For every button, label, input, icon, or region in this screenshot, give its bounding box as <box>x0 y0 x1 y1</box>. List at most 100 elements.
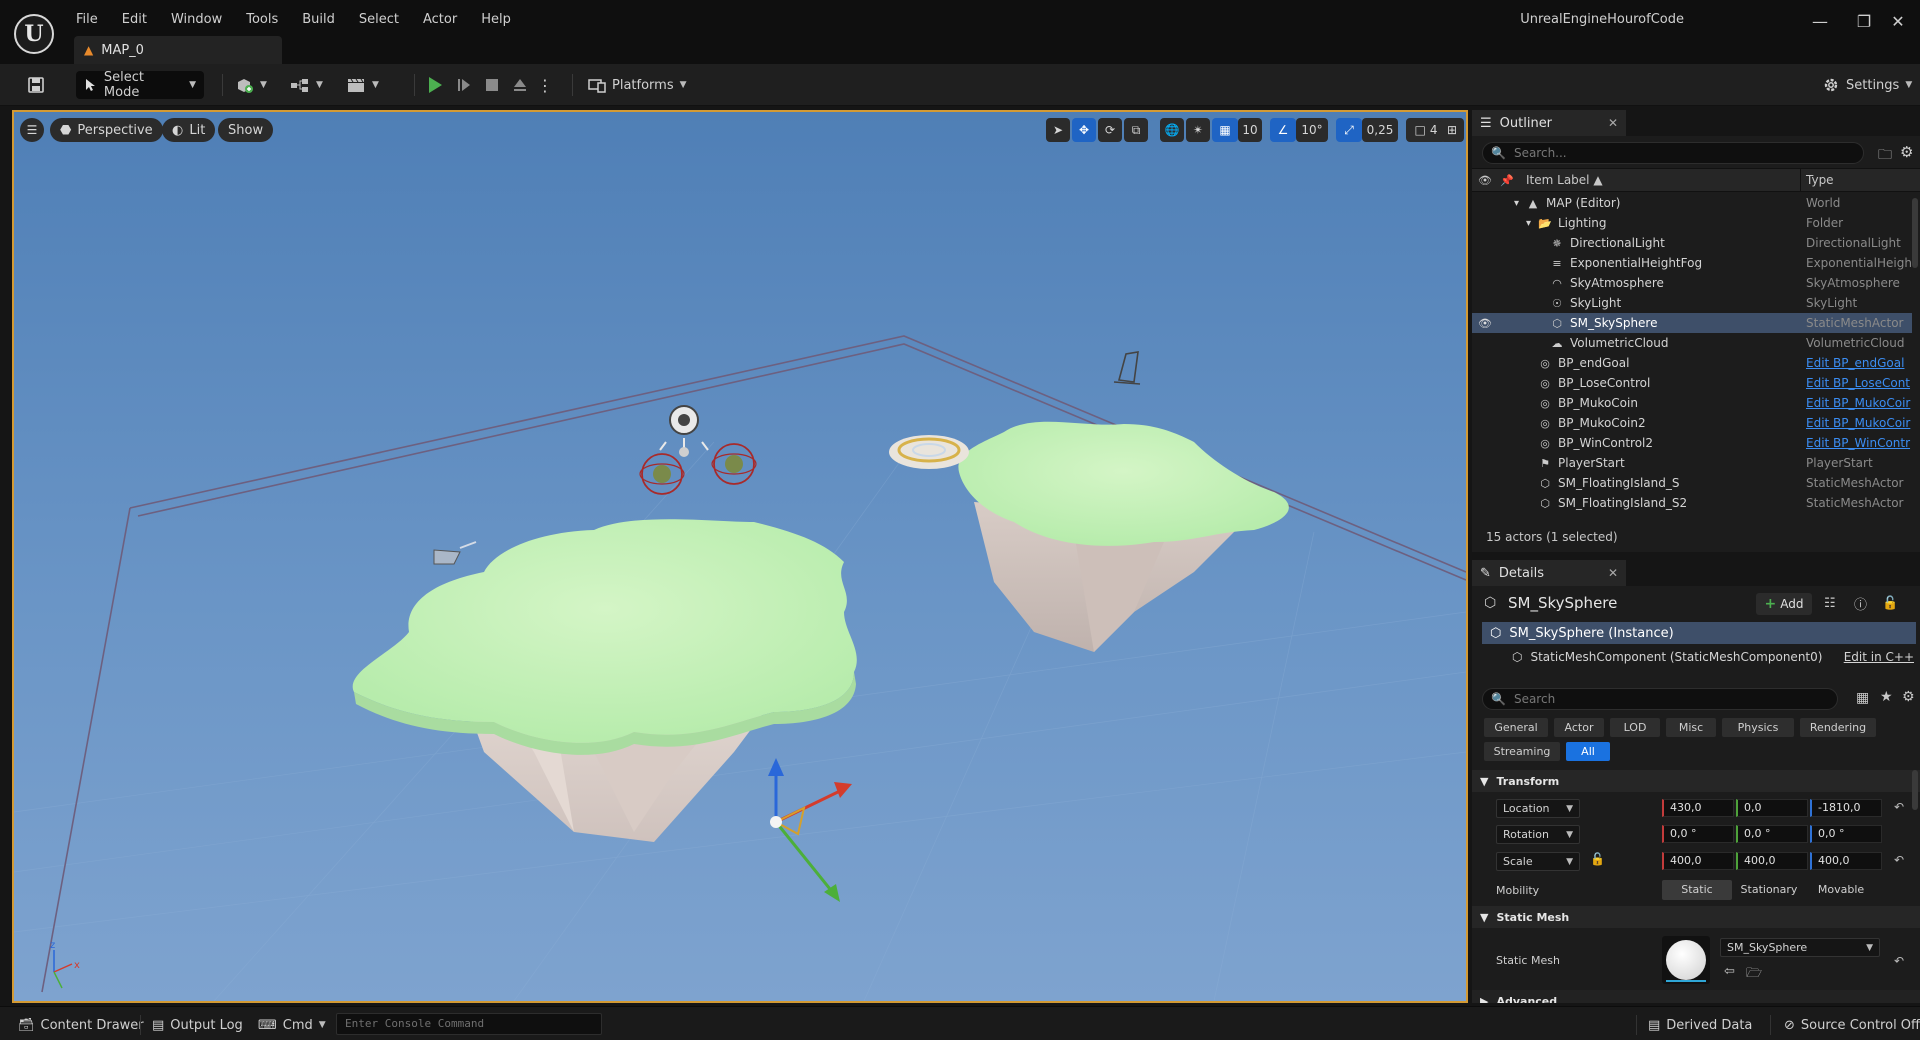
actor-name-field[interactable]: SM_SkySphere <box>1508 594 1617 612</box>
scale-x-input[interactable]: 400,0 <box>1662 852 1734 870</box>
lit-button[interactable]: ◐ Lit <box>162 118 216 142</box>
gear-icon[interactable]: ⚙ <box>1900 143 1913 161</box>
add-content-button[interactable]: ▼ <box>234 71 267 99</box>
static-mesh-section-header[interactable]: ▼ Static Mesh <box>1472 906 1920 928</box>
scale-snap-value[interactable]: 0,25 <box>1362 118 1398 142</box>
static-mesh-picker[interactable]: SM_SkySphere ▼ <box>1720 938 1880 957</box>
menu-file[interactable]: File <box>64 8 110 32</box>
cinematics-button[interactable]: ▼ <box>346 71 379 99</box>
coin-actor[interactable] <box>639 453 685 495</box>
component-row[interactable]: ⬡ StaticMeshComponent (StaticMeshCompone… <box>1512 646 1916 668</box>
layout-button[interactable]: ⊞ <box>1440 118 1464 142</box>
outliner-scrollbar[interactable] <box>1912 198 1918 268</box>
category-all[interactable]: All <box>1566 742 1610 761</box>
blueprint-icon[interactable]: ☷ <box>1824 596 1836 611</box>
close-window-button[interactable]: ✕ <box>1876 8 1920 36</box>
scene-render[interactable]: z x <box>14 112 1466 1001</box>
grid-snap-value[interactable]: 10 <box>1238 118 1262 142</box>
grid-snap-toggle[interactable]: ▦ <box>1212 118 1238 142</box>
play-options-button[interactable]: ⋮ <box>537 71 553 99</box>
scale-mode-dropdown[interactable]: Scale ▼ <box>1496 852 1580 871</box>
edit-blueprint-link[interactable]: Edit BP_LoseCont <box>1806 376 1912 390</box>
scale-y-input[interactable]: 400,0 <box>1736 852 1808 870</box>
outliner-row[interactable]: ≡ ExponentialHeightFog ExponentialHeight <box>1472 253 1912 273</box>
source-control-button[interactable]: ⊘ Source Control Off <box>1784 1015 1920 1035</box>
outliner-row[interactable]: ⚑ PlayerStart PlayerStart <box>1472 453 1912 473</box>
lock-scale-icon[interactable]: 🔓 <box>1590 852 1605 866</box>
map-tab[interactable]: ▲ MAP_0 <box>74 36 282 64</box>
location-z-input[interactable]: -1810,0 <box>1810 799 1882 817</box>
outliner-row[interactable]: ☉ SkyLight SkyLight <box>1472 293 1912 313</box>
scale-snap-toggle[interactable]: ⤢ <box>1336 118 1362 142</box>
edit-blueprint-link[interactable]: Edit BP_MukoCoir <box>1806 416 1912 430</box>
location-mode-dropdown[interactable]: Location ▼ <box>1496 799 1580 818</box>
instance-row[interactable]: ⬡ SM_SkySphere (Instance) <box>1482 622 1916 644</box>
transform-section-header[interactable]: ▼ Transform <box>1472 770 1920 792</box>
minimize-button[interactable]: — <box>1798 8 1842 36</box>
translate-tool-button[interactable]: ✥ <box>1072 118 1096 142</box>
visibility-eye-icon[interactable]: 👁 <box>1478 317 1492 330</box>
lock-icon[interactable]: 🔓 <box>1882 596 1898 611</box>
world-space-button[interactable]: 🌐 <box>1160 118 1184 142</box>
outliner-row[interactable]: ◎ BP_MukoCoin Edit BP_MukoCoir <box>1472 393 1912 413</box>
use-selected-icon[interactable]: ⇦ <box>1724 964 1735 979</box>
category-rendering[interactable]: Rendering <box>1800 718 1876 737</box>
floating-island-right[interactable] <box>958 421 1289 652</box>
outliner-row[interactable]: ◠ SkyAtmosphere SkyAtmosphere <box>1472 273 1912 293</box>
advanced-section-header[interactable]: ▶ Advanced <box>1472 990 1920 1003</box>
category-general[interactable]: General <box>1484 718 1548 737</box>
coin-actor[interactable] <box>711 443 757 485</box>
edit-in-cpp-link[interactable]: Edit in C++ <box>1844 650 1914 664</box>
details-search-input[interactable]: 🔍 Search <box>1482 688 1838 710</box>
rotation-snap-value[interactable]: 10° <box>1296 118 1328 142</box>
location-y-input[interactable]: 0,0 <box>1736 799 1808 817</box>
menu-actor[interactable]: Actor <box>411 8 469 32</box>
menu-select[interactable]: Select <box>347 8 411 32</box>
outliner-tab[interactable]: ☰ Outliner ✕ <box>1472 110 1626 136</box>
content-drawer-button[interactable]: 🗃 Content Drawer <box>18 1015 144 1035</box>
rotation-mode-dropdown[interactable]: Rotation ▼ <box>1496 825 1580 844</box>
edit-blueprint-link[interactable]: Edit BP_endGoal <box>1806 356 1912 370</box>
stop-button[interactable] <box>480 71 504 99</box>
rotation-x-input[interactable]: 0,0 ° <box>1662 825 1734 843</box>
select-mode-dropdown[interactable]: Select Mode ▼ <box>76 70 204 100</box>
close-icon[interactable]: ✕ <box>1608 566 1618 580</box>
rotate-tool-button[interactable]: ⟳ <box>1098 118 1122 142</box>
outliner-row[interactable]: ◎ BP_WinControl2 Edit BP_WinContr <box>1472 433 1912 453</box>
category-misc[interactable]: Misc <box>1666 718 1716 737</box>
category-lod[interactable]: LOD <box>1610 718 1660 737</box>
outliner-row[interactable]: 👁 ⬡ SM_SkySphere StaticMeshActor <box>1472 313 1912 333</box>
help-icon[interactable]: ⓘ <box>1854 594 1867 613</box>
blueprint-button[interactable]: ▼ <box>290 71 323 99</box>
menu-edit[interactable]: Edit <box>110 8 159 32</box>
category-actor[interactable]: Actor <box>1554 718 1604 737</box>
type-column[interactable]: Type <box>1806 173 1834 187</box>
end-goal-disc[interactable] <box>889 435 969 469</box>
category-streaming[interactable]: Streaming <box>1484 742 1560 761</box>
category-physics[interactable]: Physics <box>1722 718 1794 737</box>
show-button[interactable]: Show <box>218 118 274 142</box>
mobility-stationary-button[interactable]: Stationary <box>1734 880 1804 900</box>
menu-window[interactable]: Window <box>159 8 234 32</box>
derived-data-button[interactable]: ▤ Derived Data <box>1648 1015 1752 1035</box>
outliner-row[interactable]: ◎ BP_endGoal Edit BP_endGoal <box>1472 353 1912 373</box>
eject-button[interactable] <box>508 71 532 99</box>
console-command-input[interactable]: Enter Console Command <box>336 1013 602 1035</box>
outliner-row[interactable]: ▾ 📂 Lighting Folder <box>1472 213 1912 233</box>
platforms-dropdown[interactable]: Platforms ▼ <box>588 71 687 99</box>
menu-tools[interactable]: Tools <box>234 8 290 32</box>
menu-help[interactable]: Help <box>469 8 523 32</box>
star-icon[interactable]: ★ <box>1880 689 1893 705</box>
perspective-button[interactable]: ⬣ Perspective <box>50 118 163 142</box>
viewport-options-button[interactable]: ☰ <box>20 118 44 142</box>
play-button[interactable] <box>422 71 448 99</box>
outliner-search-input[interactable]: 🔍 Search... <box>1482 142 1864 164</box>
level-viewport[interactable]: z x ☰ ⬣ Perspective ◐ Lit Show ➤ ✥ ⟳ ⧉ 🌐… <box>12 110 1468 1003</box>
mobility-movable-button[interactable]: Movable <box>1806 880 1876 900</box>
expand-chevron-icon[interactable]: ▾ <box>1526 218 1538 229</box>
expand-chevron-icon[interactable]: ▾ <box>1514 198 1526 209</box>
gear-icon[interactable]: ⚙ <box>1902 689 1915 705</box>
settings-dropdown[interactable]: Settings ▼ <box>1822 71 1912 99</box>
edit-blueprint-link[interactable]: Edit BP_MukoCoir <box>1806 396 1912 410</box>
directional-light-gizmo[interactable] <box>659 405 709 457</box>
